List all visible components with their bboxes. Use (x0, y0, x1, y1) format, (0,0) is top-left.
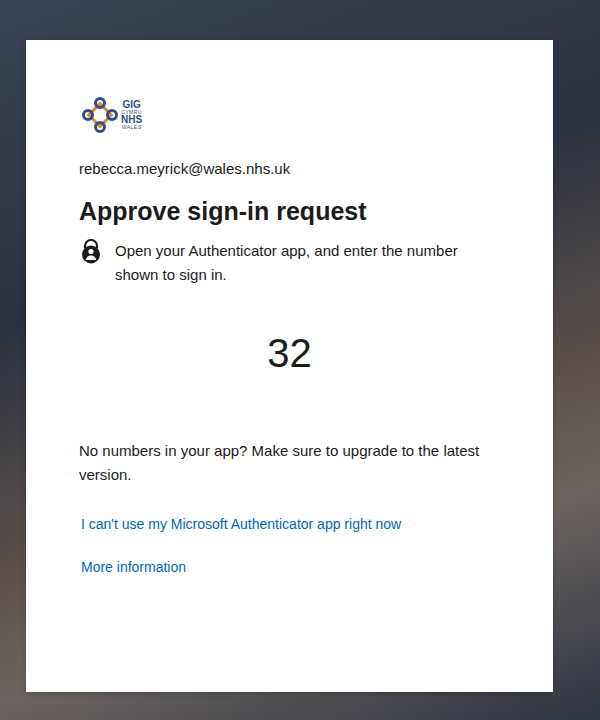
account-email: rebecca.meyrick@wales.nhs.uk (79, 159, 500, 179)
nhs-wales-logo-icon (82, 97, 118, 133)
help-link[interactable]: More information (81, 558, 500, 577)
background: GIGCYMRUNHSWALES rebecca.meyrick@wales.nh… (0, 0, 600, 720)
logo-line: GIG (122, 100, 140, 110)
instruction-row: Open your Authenticator app, and enter t… (79, 239, 500, 287)
sign-in-card: GIGCYMRUNHSWALES rebecca.meyrick@wales.nh… (26, 40, 553, 692)
instruction-text: Open your Authenticator app, and enter t… (115, 239, 480, 287)
logo-text: GIGCYMRUNHSWALES (121, 100, 142, 130)
verification-number: 32 (79, 329, 500, 377)
title: Approve sign-in request (79, 195, 500, 227)
logo: GIGCYMRUNHSWALES (82, 93, 500, 137)
hint-text: No numbers in your app? Make sure to upg… (79, 439, 494, 487)
help-link[interactable]: I can't use my Microsoft Authenticator a… (81, 515, 500, 534)
authenticator-lock-icon (79, 239, 103, 265)
logo-line: WALES (122, 125, 142, 130)
links: I can't use my Microsoft Authenticator a… (79, 515, 500, 577)
logo-line: NHS (121, 115, 142, 125)
